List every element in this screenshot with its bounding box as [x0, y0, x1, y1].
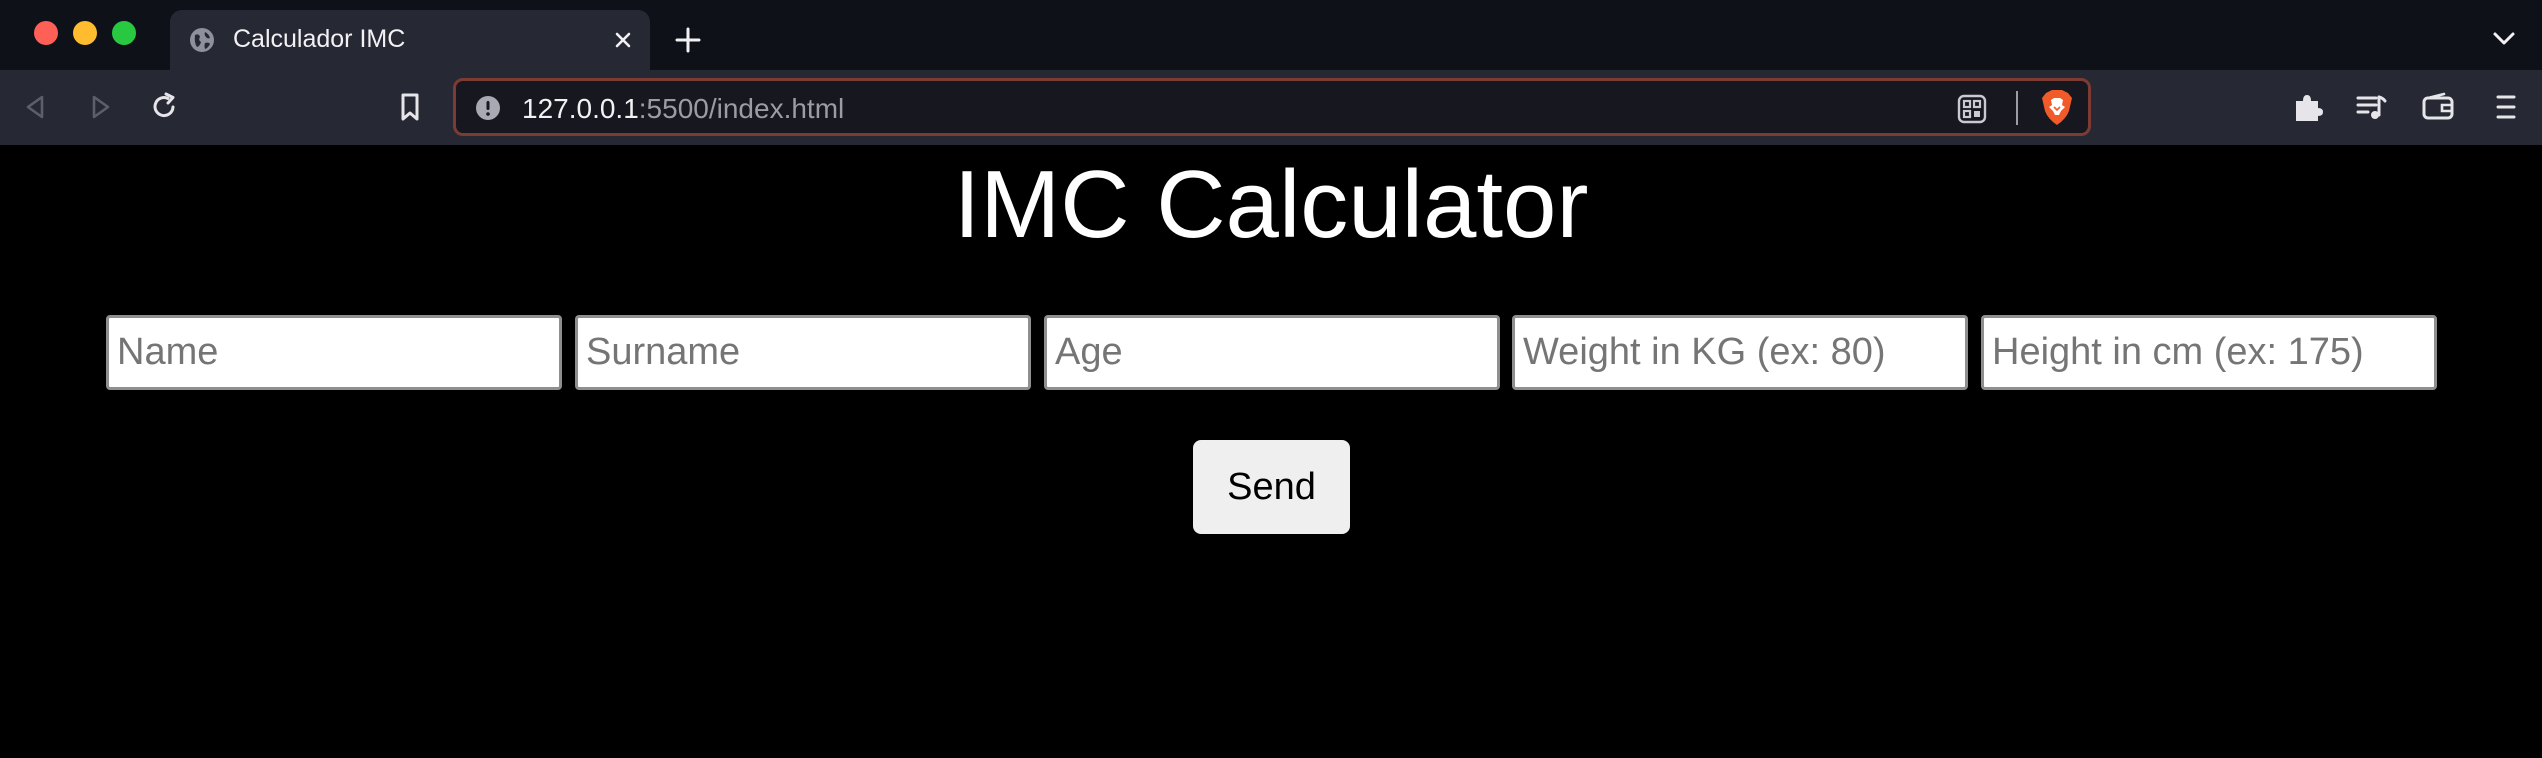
surname-input[interactable] [575, 315, 1031, 390]
back-arrow-icon[interactable] [18, 89, 54, 125]
browser-tab-bar: Calculador IMC [0, 0, 2542, 70]
url-text[interactable]: 127.0.0.1:5500/index.html [522, 93, 844, 125]
plus-icon[interactable] [672, 24, 704, 56]
send-button[interactable]: Send [1193, 440, 1350, 534]
puzzle-icon[interactable] [2290, 89, 2326, 125]
chevron-down-icon[interactable] [2490, 26, 2518, 50]
maximize-window-button[interactable] [112, 21, 136, 45]
info-icon[interactable] [474, 94, 502, 122]
globe-icon [190, 28, 214, 52]
playlist-icon[interactable] [2354, 89, 2390, 125]
weight-input[interactable] [1512, 315, 1968, 390]
form-fields-row [106, 315, 2438, 390]
minimize-window-button[interactable] [73, 21, 97, 45]
close-window-button[interactable] [34, 21, 58, 45]
active-tab[interactable]: Calculador IMC [170, 10, 650, 70]
wallet-icon[interactable] [2420, 89, 2456, 125]
page-title: IMC Calculator [953, 151, 1589, 258]
url-separator [2016, 91, 2018, 125]
address-bar[interactable]: 127.0.0.1:5500/index.html [453, 78, 2091, 136]
url-path: :5500/index.html [638, 93, 845, 124]
brave-shields-icon[interactable] [2040, 89, 2074, 127]
reload-icon[interactable] [146, 89, 182, 125]
qr-code-icon[interactable] [1956, 93, 1988, 125]
tab-title: Calculador IMC [233, 25, 406, 53]
age-input[interactable] [1044, 315, 1500, 390]
forward-arrow-icon[interactable] [82, 89, 118, 125]
url-host: 127.0.0.1 [522, 93, 639, 124]
name-input[interactable] [106, 315, 562, 390]
browser-toolbar: 127.0.0.1:5500/index.html [0, 70, 2542, 145]
height-input[interactable] [1981, 315, 2437, 390]
page-content: IMC Calculator Send [0, 145, 2542, 758]
bookmark-icon[interactable] [392, 89, 428, 125]
close-icon[interactable] [608, 25, 638, 55]
hamburger-menu-icon[interactable] [2488, 89, 2524, 125]
